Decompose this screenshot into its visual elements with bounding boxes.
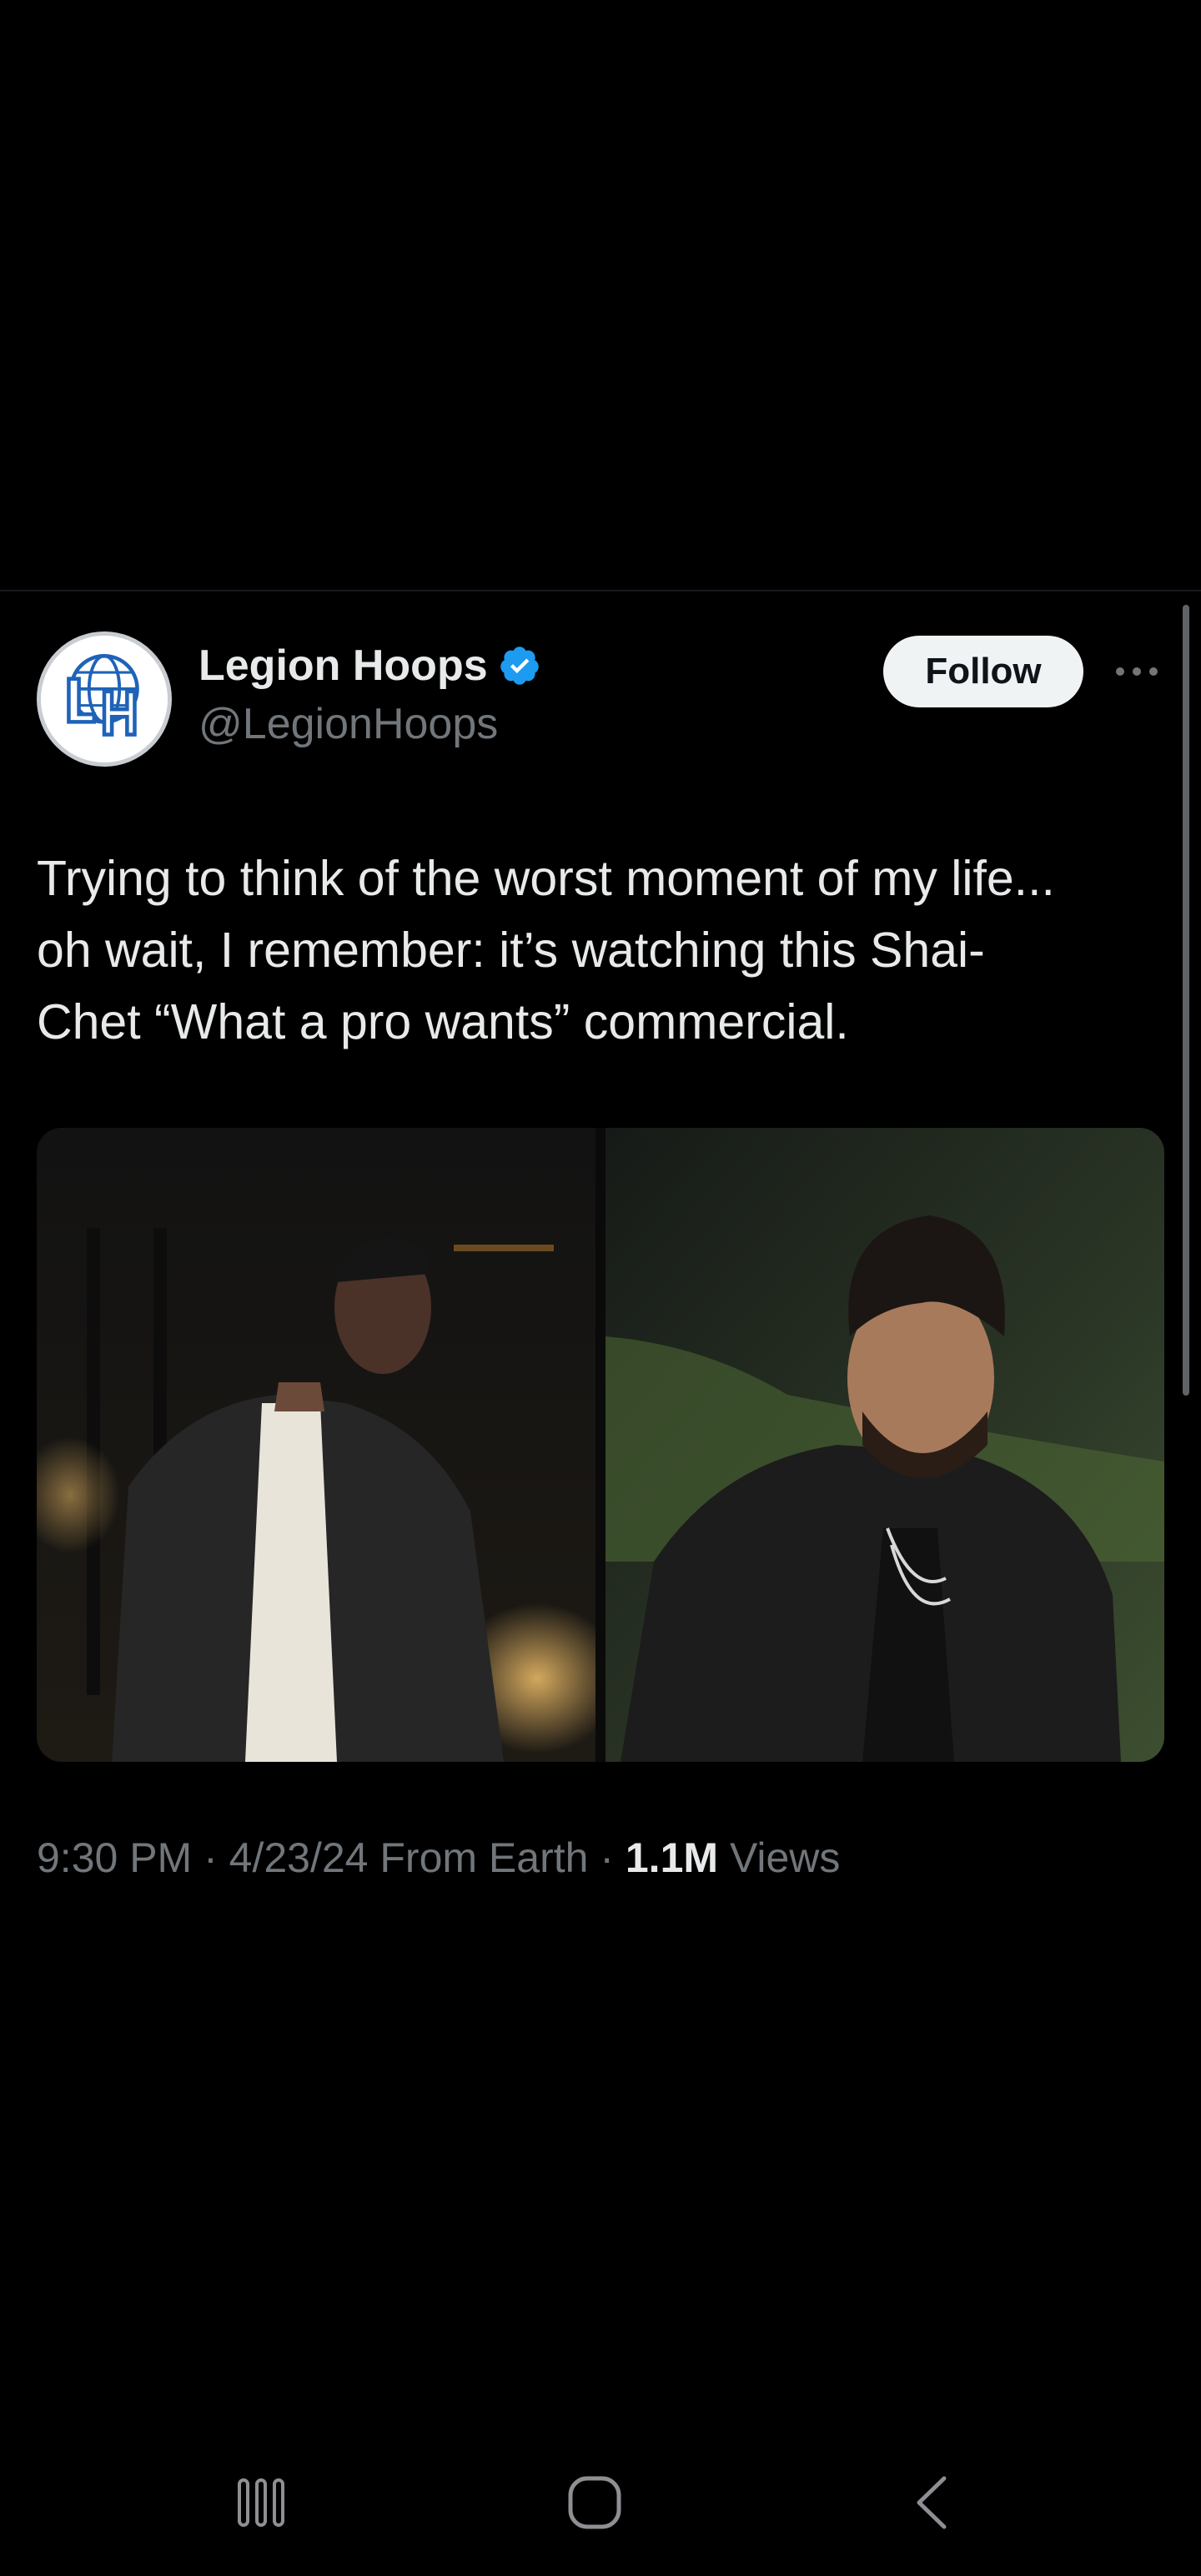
legion-hoops-logo	[41, 636, 168, 762]
tweet-source: From Earth	[368, 1834, 589, 1881]
tweet-text: Trying to think of the worst moment of m…	[37, 843, 1163, 1058]
tweet-text-line: Chet “What a pro wants” commercial.	[37, 994, 849, 1049]
tweet-meta: 9:30 PM · 4/23/24 From Earth · 1.1M View…	[37, 1834, 840, 1882]
nav-home-button[interactable]	[557, 2469, 632, 2536]
tweet-text-line: oh wait, I remember: it’s watching this …	[37, 923, 985, 978]
home-icon	[568, 2476, 621, 2529]
meta-separator: ·	[192, 1834, 229, 1881]
nav-back-button[interactable]	[895, 2469, 970, 2536]
more-options-icon[interactable]	[1113, 659, 1160, 684]
nav-recents-button[interactable]	[224, 2469, 299, 2536]
tweet-text-line: Trying to think of the worst moment of m…	[37, 851, 1055, 906]
follow-button[interactable]: Follow	[883, 636, 1083, 707]
tweet-divider	[0, 590, 1201, 591]
tweet-time[interactable]: 9:30 PM	[37, 1834, 192, 1881]
author-display-name[interactable]: Legion Hoops	[198, 641, 541, 691]
views-count[interactable]: 1.1M	[626, 1834, 718, 1881]
tweet-media-image[interactable]	[37, 1128, 1164, 1762]
author-avatar[interactable]	[37, 631, 172, 767]
scrollbar[interactable]	[1183, 605, 1189, 1396]
meta-separator: ·	[588, 1834, 626, 1881]
media-photo	[37, 1128, 1164, 1762]
views-label[interactable]: Views	[718, 1834, 840, 1881]
display-name-text: Legion Hoops	[198, 641, 488, 690]
author-handle[interactable]: @LegionHoops	[198, 699, 498, 749]
verified-badge-icon	[500, 647, 539, 685]
tweet-date[interactable]: 4/23/24	[229, 1834, 369, 1881]
recent-apps-icon	[238, 2478, 284, 2527]
back-icon	[917, 2476, 947, 2529]
